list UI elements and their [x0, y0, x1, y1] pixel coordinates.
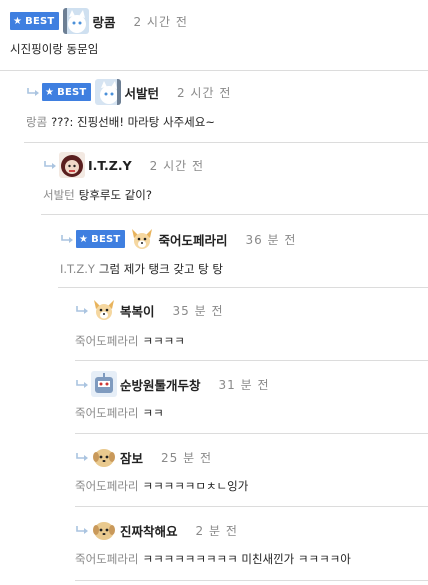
nickname[interactable]: 순방원툴개두창 — [120, 375, 201, 394]
comment-text: 서발턴 탕후루도 같이? — [43, 188, 152, 202]
reply-arrow-icon — [75, 452, 89, 462]
comment-item: ★ BEST 서발턴 2 시간 전 랑콤???: 진핑선배! 마라탕 사주세요~ — [24, 71, 428, 143]
comment-text: 죽어도페라리 ㅋㅋ — [75, 406, 164, 420]
comment-item: ★ BEST 죽어도페라리 36 분 전 I.T.Z.Y 그럼 제가 탱크 갖고 탕… — [58, 215, 428, 288]
best-badge: ★ BEST — [76, 230, 126, 248]
best-badge: ★ BEST — [10, 12, 60, 30]
robot-avatar-icon[interactable] — [91, 371, 117, 397]
timestamp: 2 시간 전 — [133, 14, 188, 29]
comment-item: ★ BEST 랑콤 2 시간 전 시진핑이랑 동문임 — [0, 0, 428, 71]
puppy-avatar-icon[interactable] — [91, 517, 117, 543]
reply-arrow-icon — [60, 234, 74, 244]
comment-text: 죽어도페라리 ㅋㅋㅋㅋㅋㅋㅋㅋㅋ 미친새낀가 ㅋㅋㅋㅋ아 — [75, 552, 351, 566]
timestamp: 2 분 전 — [195, 523, 238, 538]
doll-avatar-icon[interactable] — [59, 152, 85, 178]
comment-header: 복복이 35 분 전 — [75, 297, 224, 323]
nickname[interactable]: 복복이 — [120, 301, 155, 320]
nickname[interactable]: 잠보 — [120, 448, 143, 467]
best-badge: ★ BEST — [42, 83, 92, 101]
comment-item: 복복이 35 분 전 죽어도페라리 ㅋㅋㅋㅋ — [75, 288, 428, 361]
nickname[interactable]: 진짜착해요 — [120, 521, 178, 540]
dog-avatar-icon[interactable] — [129, 226, 156, 252]
comment-item: 순방원툴개두창 31 분 전 죽어도페라리 ㅋㅋ — [75, 361, 428, 434]
comment-item: 잠보 25 분 전 죽어도페라리 ㅋㅋㅋㅋㅋㅁㅊㄴ잉가 — [75, 434, 428, 507]
white-cat-avatar-icon[interactable] — [63, 8, 90, 34]
mention[interactable]: I.T.Z.Y — [60, 262, 95, 276]
comment-header: ★ BEST 서발턴 2 시간 전 — [26, 79, 231, 105]
timestamp: 35 분 전 — [172, 303, 224, 318]
timestamp: 36 분 전 — [245, 232, 297, 247]
nickname[interactable]: I.T.Z.Y — [88, 158, 132, 173]
star-icon: ★ — [79, 233, 89, 245]
comment-text: 죽어도페라리 ㅋㅋㅋㅋㅋㅁㅊㄴ잉가 — [75, 479, 249, 493]
comment-text: 랑콤???: 진핑선배! 마라탕 사주세요~ — [26, 115, 215, 129]
mention[interactable]: 죽어도페라리 — [75, 552, 138, 566]
puppy-avatar-icon[interactable] — [91, 444, 117, 470]
mention[interactable]: 서발턴 — [43, 188, 75, 202]
comment-item: 진짜착해요 2 분 전 죽어도페라리 ㅋㅋㅋㅋㅋㅋㅋㅋㅋ 미친새낀가 ㅋㅋㅋㅋ아 — [75, 507, 428, 581]
comment-header: 순방원툴개두창 31 분 전 — [75, 371, 270, 397]
timestamp: 25 분 전 — [161, 450, 212, 465]
dog-avatar-icon[interactable] — [91, 297, 117, 323]
star-icon: ★ — [13, 15, 23, 27]
mention[interactable]: 랑콤 — [26, 115, 47, 129]
timestamp: 2 시간 전 — [149, 158, 205, 173]
star-icon: ★ — [45, 86, 55, 98]
comment-header: 진짜착해요 2 분 전 — [75, 517, 238, 543]
nickname[interactable]: 랑콤 — [92, 12, 115, 31]
comment-header: I.T.Z.Y 2 시간 전 — [43, 152, 204, 178]
reply-arrow-icon — [26, 87, 40, 97]
comment-text: 시진핑이랑 동문임 — [10, 42, 99, 56]
reply-arrow-icon — [75, 305, 89, 315]
comment-header: ★ BEST 랑콤 2 시간 전 — [10, 8, 188, 34]
mention[interactable]: 죽어도페라리 — [75, 479, 138, 493]
timestamp: 31 분 전 — [218, 377, 270, 392]
nickname[interactable]: 서발턴 — [124, 83, 159, 102]
reply-arrow-icon — [43, 160, 57, 170]
comment-text: 죽어도페라리 ㅋㅋㅋㅋ — [75, 334, 185, 348]
white-cat-avatar-icon[interactable] — [95, 79, 122, 105]
nickname[interactable]: 죽어도페라리 — [158, 230, 227, 249]
comment-header: 잠보 25 분 전 — [75, 444, 212, 470]
reply-arrow-icon — [75, 379, 89, 389]
comment-item: I.T.Z.Y 2 시간 전 서발턴 탕후루도 같이? — [41, 143, 428, 215]
mention[interactable]: 죽어도페라리 — [75, 406, 138, 420]
reply-arrow-icon — [75, 525, 89, 535]
comment-header: ★ BEST 죽어도페라리 36 분 전 — [60, 226, 296, 252]
timestamp: 2 시간 전 — [176, 85, 232, 100]
mention[interactable]: 죽어도페라리 — [75, 334, 138, 348]
comment-text: I.T.Z.Y 그럼 제가 탱크 갖고 탕 탕 — [60, 262, 223, 276]
